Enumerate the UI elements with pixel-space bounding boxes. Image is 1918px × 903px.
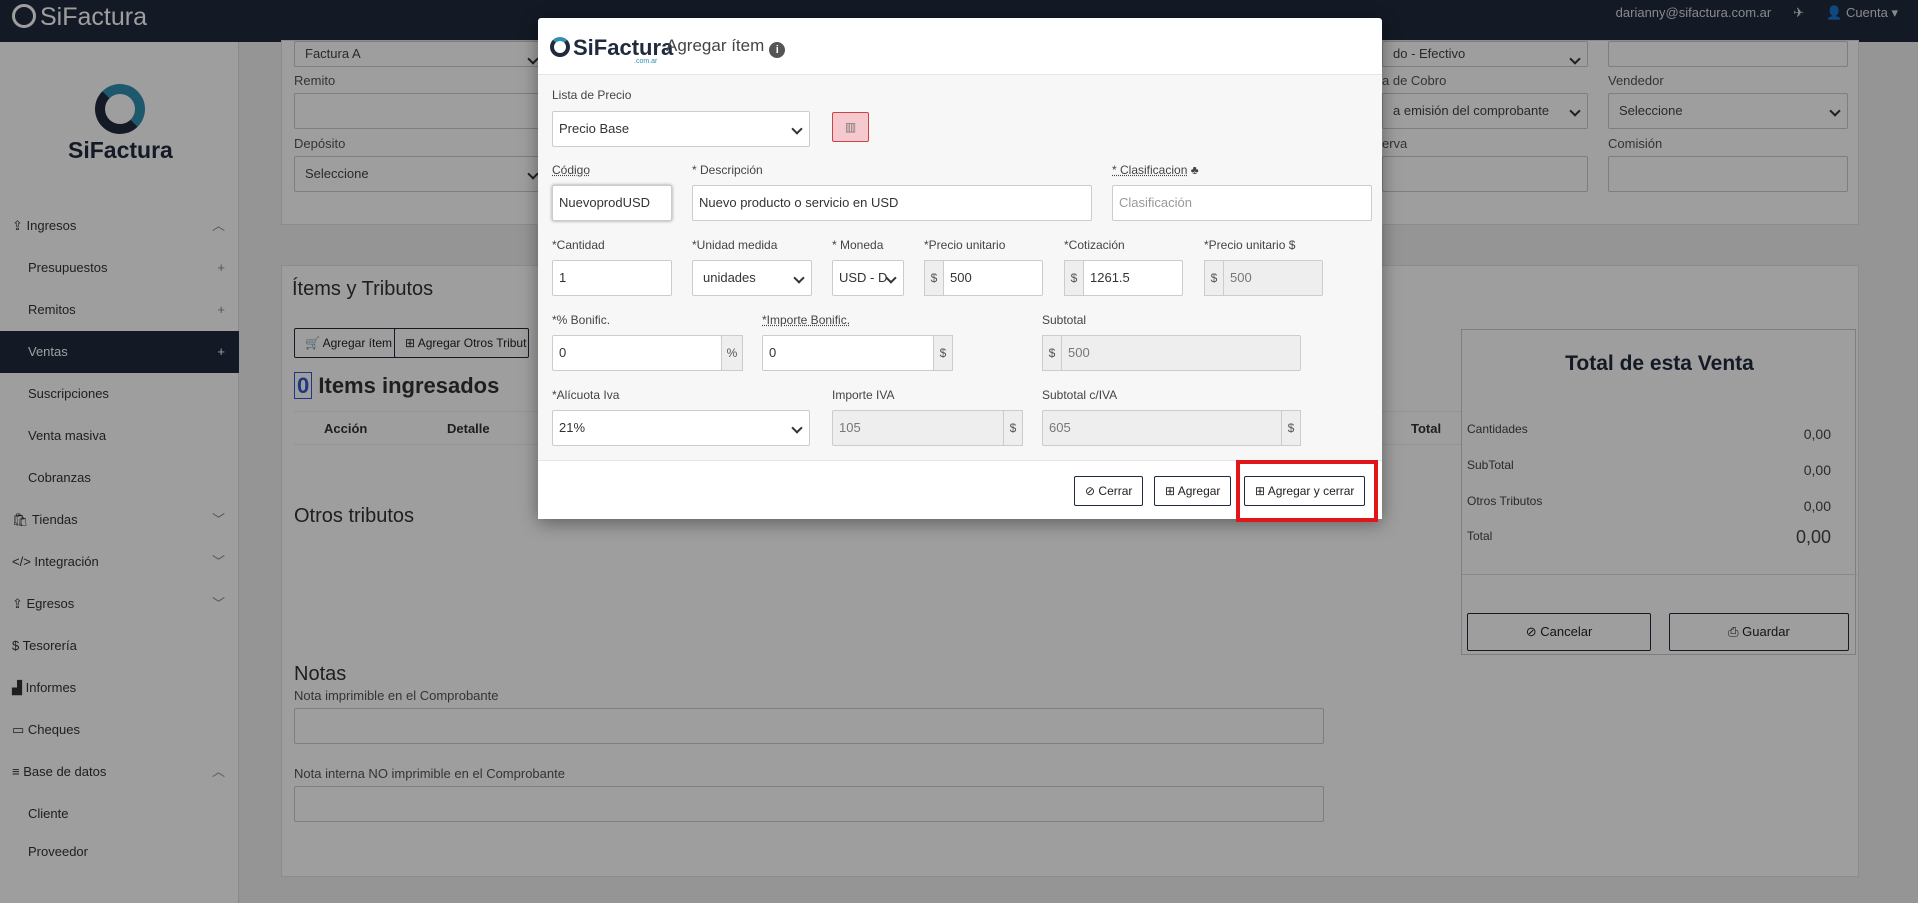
dollar-addon: $ <box>1064 260 1084 296</box>
info-icon[interactable]: i <box>769 42 786 58</box>
moneda-label: * Moneda <box>832 238 884 252</box>
dollar-addon: $ <box>1204 260 1224 296</box>
close-button[interactable]: ⊘ Cerrar <box>1074 476 1144 506</box>
importe-iva-label: Importe IVA <box>832 388 895 402</box>
subtotal-input: 500 <box>1061 335 1301 371</box>
modal-logo-sub: .com.ar <box>634 58 658 65</box>
modal-title: Agregar ítem i <box>666 36 786 58</box>
clasificacion-label: * Clasificacion ♣ <box>1112 163 1199 177</box>
tree-icon: ♣ <box>1190 163 1199 177</box>
alicuota-select[interactable]: 21% <box>552 410 810 446</box>
cotizacion-input[interactable]: 1261.5 <box>1083 260 1183 296</box>
percent-addon: % <box>721 335 743 371</box>
unidad-label: *Unidad medida <box>692 238 778 252</box>
moneda-select[interactable]: USD - D <box>832 260 904 296</box>
cotizacion-label: *Cotización <box>1064 238 1125 252</box>
bonif-label: *% Bonific. <box>552 313 611 327</box>
codigo-label: Código <box>552 163 590 177</box>
descripcion-input[interactable]: Nuevo producto o servicio en USD <box>692 185 1092 221</box>
dollar-addon: $ <box>1042 335 1062 371</box>
highlight-box <box>1236 460 1378 522</box>
modal-body: Lista de Precio Precio Base ▥ Código Nue… <box>538 75 1382 460</box>
importe-bonif-input[interactable]: 0 <box>762 335 934 371</box>
add-item-modal: SiFactura .com.ar Agregar ítem i Lista de … <box>538 18 1382 519</box>
importe-bonif-label-text: *Importe Bonific. <box>762 313 851 327</box>
cantidad-label: *Cantidad <box>552 238 605 252</box>
modal-header: SiFactura .com.ar Agregar ítem i <box>538 18 1382 75</box>
plus-square-icon: ⊞ <box>1165 484 1176 498</box>
dollar-addon: $ <box>933 335 953 371</box>
close-label: Cerrar <box>1098 484 1133 498</box>
codigo-label-text: Código <box>552 163 591 177</box>
modal-logo: SiFactura .com.ar <box>550 35 674 65</box>
dollar-addon: $ <box>1003 410 1023 446</box>
dollar-addon: $ <box>924 260 944 296</box>
precio-usd-input: 500 <box>1223 260 1323 296</box>
add-label: Agregar <box>1177 484 1221 498</box>
lista-precio-label: Lista de Precio <box>552 88 632 102</box>
alicuota-label: *Alícuota Iva <box>552 388 620 402</box>
descripcion-label: * Descripción <box>692 163 763 177</box>
unidad-select[interactable]: unidades <box>692 260 812 296</box>
modal-title-text: Agregar ítem <box>666 36 765 55</box>
importe-bonif-label: *Importe Bonific. <box>762 313 850 327</box>
bonif-input[interactable]: 0 <box>552 335 722 371</box>
clasificacion-label-text: * Clasificacion <box>1112 163 1188 177</box>
precio-usd-label: *Precio unitario $ <box>1204 238 1296 252</box>
lista-precio-select[interactable]: Precio Base <box>552 111 810 147</box>
subtotal-iva-label: Subtotal c/IVA <box>1042 388 1118 402</box>
clasificacion-input[interactable]: Clasificación <box>1112 185 1372 221</box>
logo-ring-icon <box>550 37 570 57</box>
codigo-input[interactable]: NuevoprodUSD <box>552 185 672 221</box>
modal-logo-text: SiFactura <box>573 35 674 60</box>
barcode-icon: ▥ <box>844 120 857 134</box>
ban-icon: ⊘ <box>1085 484 1096 498</box>
precio-unitario-input[interactable]: 500 <box>943 260 1043 296</box>
importe-iva-input: 105 <box>832 410 1004 446</box>
precio-unitario-label: *Precio unitario <box>924 238 1006 252</box>
add-button[interactable]: ⊞ Agregar <box>1154 476 1232 506</box>
cantidad-input[interactable]: 1 <box>552 260 672 296</box>
subtotal-label: Subtotal <box>1042 313 1087 327</box>
dollar-addon: $ <box>1281 410 1301 446</box>
subtotal-iva-input: 605 <box>1042 410 1282 446</box>
barcode-button[interactable]: ▥ <box>832 112 869 142</box>
